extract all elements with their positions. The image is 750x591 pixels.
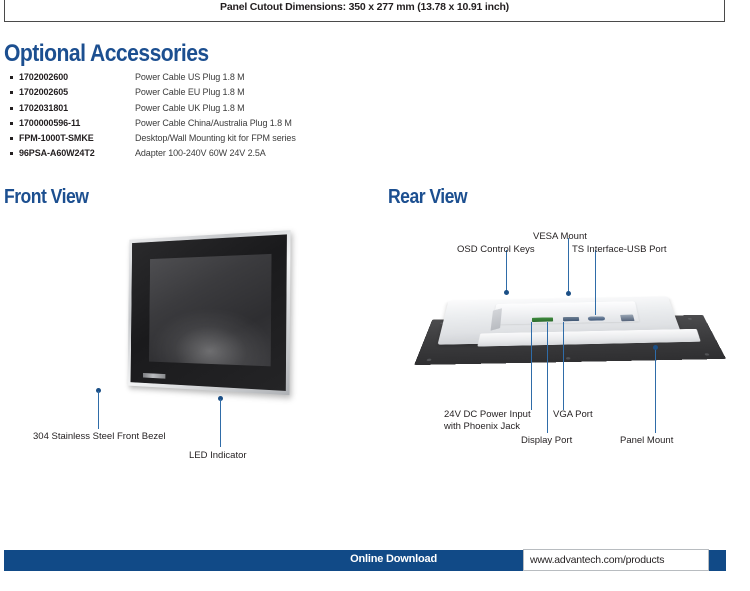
leader-line-vesa: [568, 238, 570, 293]
leader-line-osd: [506, 250, 508, 292]
list-item: FPM-1000T-SMKE Desktop/Wall Mounting kit…: [10, 131, 370, 146]
accessory-part-number: 1702002600: [19, 72, 69, 82]
front-black-bezel: [130, 234, 287, 391]
vga-connector: [587, 316, 606, 321]
accessory-part-number: FPM-1000T-SMKE: [19, 133, 94, 144]
label-vga-port: VGA Port: [553, 409, 593, 420]
accessory-description: Power Cable US Plug 1.8 M: [135, 72, 245, 82]
bullet-icon: [10, 91, 13, 95]
online-download-url-box[interactable]: www.advantech.com/products: [523, 549, 709, 571]
leader-line-ts-usb: [595, 250, 597, 315]
accessory-part-number: 1702031801: [19, 102, 69, 113]
bullet-icon: [10, 106, 13, 110]
leader-line-power-input: [531, 322, 533, 410]
callout-dot-osd: [504, 290, 509, 295]
list-item: 1702031801 Power Cable UK Plug 1.8 M: [10, 101, 370, 116]
bullet-icon: [10, 76, 13, 79]
online-download-label: Online Download: [350, 553, 437, 565]
displayport-connector: [562, 316, 580, 322]
leader-line-led: [220, 399, 222, 447]
accessory-part-number: 96PSA-A60W24T2: [19, 148, 95, 159]
leader-line-vga-port: [563, 322, 565, 410]
bullet-icon: [10, 121, 13, 125]
phoenix-power-connector: [531, 317, 554, 322]
optional-accessories-list: 1702002600 Power Cable US Plug 1.8 M 170…: [10, 70, 370, 162]
callout-dot-panel-mount: [653, 345, 658, 350]
label-stainless-steel-front-bezel: 304 Stainless Steel Front Bezel: [33, 431, 166, 442]
list-item: 1702002605 Power Cable EU Plug 1.8 M: [10, 85, 370, 100]
optional-accessories-heading: Optional Accessories: [4, 40, 209, 67]
label-panel-mount: Panel Mount: [620, 435, 674, 446]
osd-control-keys[interactable]: [490, 308, 503, 331]
online-download-url-text: www.advantech.com/products: [530, 554, 665, 566]
list-item: 1700000596-11 Power Cable China/Australi…: [10, 116, 370, 131]
bullet-icon: [10, 152, 13, 156]
label-ts-interface-usb-port: TS Interface-USB Port: [572, 244, 667, 255]
bullet-icon: [10, 137, 13, 141]
label-osd-control-keys: OSD Control Keys: [457, 244, 535, 255]
usb-connector: [620, 314, 635, 322]
leader-line-display-port: [547, 322, 549, 433]
front-display-screen: [148, 253, 272, 367]
list-item: 96PSA-A60W24T2 Adapter 100-240V 60W 24V …: [10, 146, 370, 161]
rear-view-heading: Rear View: [388, 186, 468, 208]
accessory-description: Power Cable China/Australia Plug 1.8 M: [135, 117, 292, 128]
label-vesa-mount: VESA Mount: [533, 231, 587, 242]
accessory-description: Desktop/Wall Mounting kit for FPM series: [135, 133, 296, 144]
front-view-product-image: [60, 222, 291, 417]
list-item: 1702002600 Power Cable US Plug 1.8 M: [10, 70, 370, 85]
accessory-description: Power Cable EU Plug 1.8 M: [135, 87, 245, 98]
panel-cutout-dimensions-text: Panel Cutout Dimensions: 350 x 277 mm (1…: [220, 1, 509, 13]
label-24v-dc-power-input: 24V DC Power Input with Phoenix Jack: [444, 409, 531, 432]
label-display-port: Display Port: [521, 435, 573, 446]
rear-chassis: [437, 296, 701, 347]
leader-line-panel-mount: [655, 348, 657, 433]
panel-cutout-box: Panel Cutout Dimensions: 350 x 277 mm (1…: [4, 0, 725, 22]
accessory-description: Power Cable UK Plug 1.8 M: [135, 102, 245, 113]
front-bezel-frame: [127, 230, 291, 396]
brand-logo: [143, 372, 166, 379]
leader-line-bezel: [98, 391, 100, 429]
front-view-heading: Front View: [4, 186, 89, 208]
callout-dot-vesa: [566, 291, 571, 296]
label-led-indicator: LED Indicator: [189, 450, 247, 461]
accessory-description: Adapter 100-240V 60W 24V 2.5A: [135, 148, 266, 159]
accessory-part-number: 1702002605: [19, 87, 69, 98]
accessory-part-number: 1700000596-11: [19, 117, 81, 128]
